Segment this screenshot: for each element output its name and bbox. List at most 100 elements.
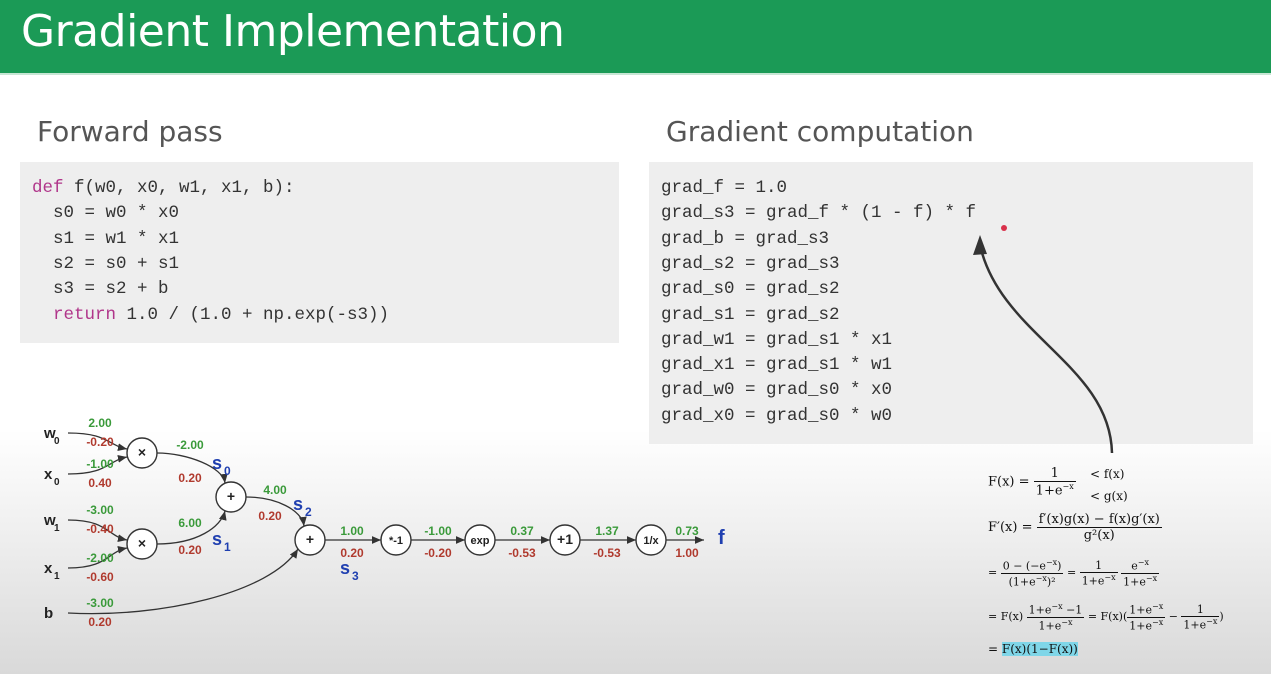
node-operator: +	[306, 531, 314, 547]
forward-code-line: def f(w0, x0, w1, x1, b):	[32, 176, 295, 201]
line3-den3: 1+e	[1123, 575, 1146, 589]
exp-neg-x: −x	[1035, 573, 1047, 583]
forward-code-line: s2 = s0 + s1	[32, 252, 179, 277]
code-text: f(w0, x0, w1, x1, b):	[63, 178, 295, 198]
exp-neg-x: −x	[1151, 617, 1164, 627]
edge-gradient: -0.53	[593, 546, 621, 560]
forward-pass-heading: Forward pass	[37, 115, 223, 148]
F-denominator: 1+e	[1035, 483, 1063, 499]
edge-value: 1.00	[340, 524, 364, 538]
input-value: -2.00	[86, 551, 114, 565]
exp-neg-x: −x	[1151, 602, 1164, 611]
stage-subscript: 3	[352, 569, 359, 583]
output-label: f	[718, 527, 725, 549]
node-operator: 1/x	[643, 535, 659, 547]
line3-den1-tail: )²	[1046, 575, 1056, 589]
code-text: s1 = w1 * x1	[32, 228, 180, 249]
Fprime-label: F′(x) =	[988, 520, 1033, 535]
line3-num1: 0 − (−e	[1002, 559, 1046, 573]
gradient-code-line: grad_s1 = grad_s2	[661, 304, 840, 325]
input-gradient: -0.60	[86, 570, 114, 584]
stage-label: s	[212, 529, 222, 549]
stage-label: s	[340, 558, 350, 578]
forward-code-line: return 1.0 / (1.0 + np.exp(-s3))	[32, 303, 389, 328]
gradient-code-line: grad_w1 = grad_s1 * x1	[661, 329, 893, 350]
output-gradient: 1.00	[675, 546, 699, 560]
input-value: -3.00	[86, 503, 114, 517]
input-subscript: 0	[54, 477, 60, 488]
line3-fraction-1: 0 − (−e−x) (1+e−x)²	[1000, 558, 1064, 589]
line4-fraction-1: 1+e−x −1 1+e−x	[1026, 602, 1085, 633]
edge-gradient: 0.20	[178, 471, 202, 485]
code-text: s0 = w0 * x0	[32, 203, 180, 224]
input-label: x	[44, 466, 53, 483]
exp-neg-x: −x	[1137, 558, 1149, 567]
pointer-arrow	[973, 225, 1114, 454]
gradient-code-line: grad_x1 = grad_s1 * w1	[661, 355, 893, 376]
edge-value: 1.37	[595, 524, 619, 538]
input-subscript: 0	[54, 436, 60, 447]
edge-value: 4.00	[263, 483, 287, 497]
Fprime-fraction: f′(x)g(x) − f(x)g′(x) g²(x)	[1036, 512, 1162, 543]
node-operator: +1	[557, 531, 573, 547]
input-subscript: 1	[54, 523, 60, 534]
edge-gradient: 0.20	[258, 509, 282, 523]
stage-subscript: 1	[224, 540, 231, 554]
forward-code-line: s1 = w1 * x1	[32, 227, 179, 252]
line4-num: 1+e	[1028, 603, 1052, 617]
line4-minus: −	[1168, 610, 1178, 624]
line4-den: 1+e	[1038, 619, 1062, 633]
code-text: s3 = s2 + b	[32, 279, 169, 300]
line4-fraction-3: 1 1+e−x	[1181, 603, 1220, 632]
input-value: -1.00	[86, 457, 114, 471]
line4-num-tail: −1	[1062, 603, 1083, 617]
line3-equals: =	[988, 566, 998, 580]
f-note: < f(x)	[1090, 467, 1125, 481]
input-value: -3.00	[86, 596, 114, 610]
F-fraction: 1 1+e−x	[1033, 466, 1076, 499]
line3-num1-tail: )	[1057, 559, 1062, 573]
stage-subscript: 2	[305, 505, 312, 519]
code-keyword: return	[32, 304, 117, 325]
final-equals: =	[988, 642, 999, 656]
gradient-code-line: grad_s0 = grad_s2	[661, 279, 840, 300]
line4-den3: 1+e	[1183, 618, 1207, 632]
input-gradient: -0.40	[86, 522, 114, 536]
node-operator: +	[227, 488, 235, 504]
edge-value: 6.00	[178, 516, 202, 530]
g-note: < g(x)	[1090, 489, 1128, 503]
stage-label: s	[293, 494, 303, 514]
line3-fraction-2: 1 1+e−x	[1079, 559, 1118, 587]
exp-neg-x: −x	[1145, 573, 1158, 583]
line3-fraction-3: e−x 1+e−x	[1121, 558, 1160, 589]
node-operator: ×	[138, 535, 146, 551]
stage-label: s	[212, 453, 222, 473]
edge-value: -1.00	[424, 524, 452, 538]
line4-num2: 1+e	[1129, 603, 1152, 617]
slide-title: Gradient Implementation	[21, 6, 565, 57]
node-operator: exp	[471, 535, 490, 547]
gradient-code-line: grad_s3 = grad_f * (1 - f) * f	[661, 203, 977, 224]
edge-gradient: -0.53	[508, 546, 536, 560]
F-definition-label: F(x) =	[988, 474, 1030, 490]
exp-neg-x: −x	[1061, 617, 1073, 627]
title-bar: Gradient Implementation	[0, 0, 1271, 75]
gradient-code-line: grad_s2 = grad_s3	[661, 253, 840, 274]
edge-gradient: 0.20	[178, 543, 202, 557]
forward-code-line: s3 = s2 + b	[32, 277, 169, 302]
code-keyword: def	[32, 178, 64, 198]
line3-den1: (1+e	[1008, 575, 1036, 589]
exp-neg-x: −x	[1104, 572, 1116, 582]
F-denominator-exponent: −x	[1062, 482, 1074, 491]
input-subscript: 1	[54, 571, 60, 582]
edge-value: 0.37	[510, 524, 534, 538]
line4-equals: = F(x)(	[1087, 610, 1128, 624]
line3-num2: 1	[1079, 559, 1118, 573]
node-operator: ×	[138, 444, 146, 460]
input-value: 2.00	[88, 416, 112, 430]
line4-num3: 1	[1181, 603, 1220, 617]
final-result-highlight: F(x)(1−F(x))	[1001, 642, 1078, 656]
code-text: 1.0 / (1.0 + np.exp(-s3))	[116, 304, 390, 325]
edge-gradient: -0.20	[424, 546, 452, 560]
edge-value: -2.00	[176, 438, 204, 452]
